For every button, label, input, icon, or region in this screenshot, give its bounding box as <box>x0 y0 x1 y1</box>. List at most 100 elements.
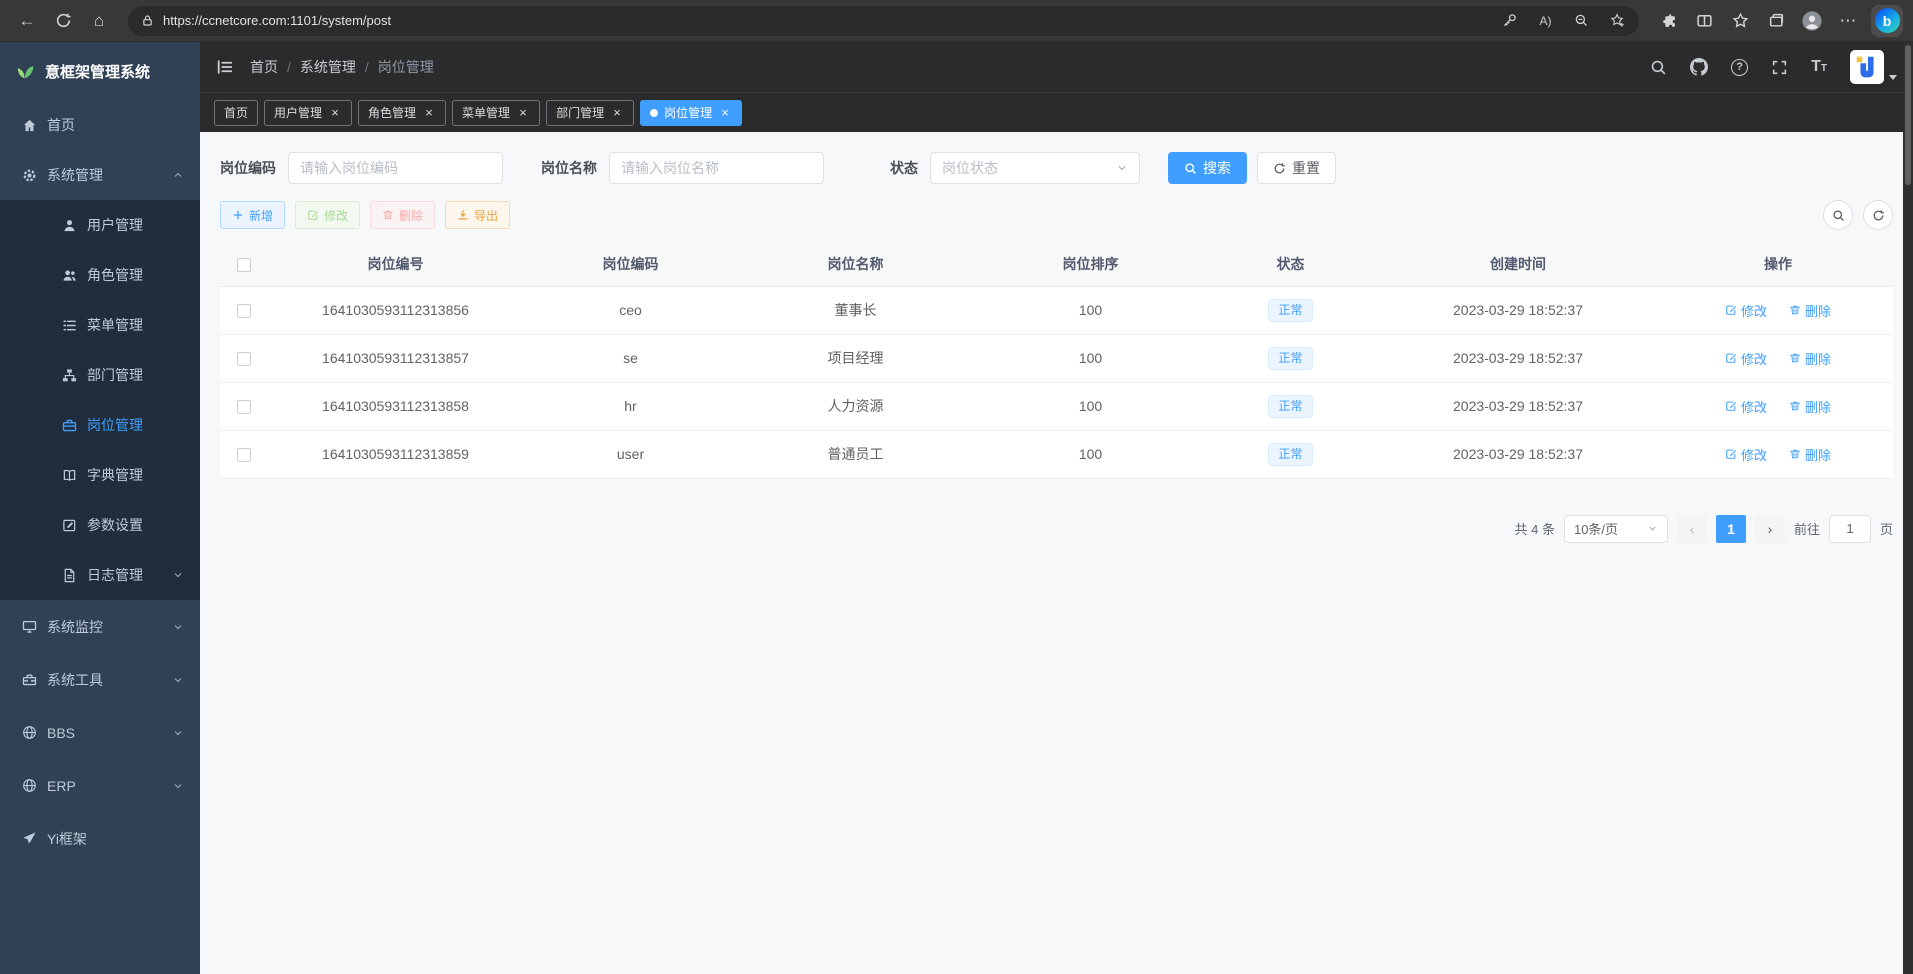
page-number-button[interactable]: 1 <box>1716 515 1746 543</box>
goto-page-input[interactable] <box>1829 515 1871 543</box>
row-delete-link[interactable]: 删除 <box>1789 301 1831 320</box>
column-header: 创建时间 <box>1373 242 1663 286</box>
user-menu[interactable] <box>1850 50 1897 84</box>
page-content: 岗位编码 岗位名称 状态 岗位状态 搜索 重置 <box>200 132 1913 974</box>
search-icon[interactable] <box>1650 59 1667 76</box>
row-edit-link[interactable]: 修改 <box>1725 349 1767 368</box>
help-icon[interactable]: ? <box>1731 59 1748 76</box>
post-name-input[interactable] <box>609 152 824 184</box>
sidebar-item-yi-framework[interactable]: Yi框架 <box>0 812 200 865</box>
url-text[interactable]: https://ccnetcore.com:1101/system/post <box>163 13 1487 28</box>
avatar[interactable] <box>1850 50 1884 84</box>
row-delete-link[interactable]: 删除 <box>1789 349 1831 368</box>
back-icon[interactable]: ← <box>10 4 44 38</box>
zoom-out-icon[interactable] <box>1568 7 1595 34</box>
created-time: 2023-03-29 18:52:37 <box>1373 430 1663 478</box>
page-size-value: 10条/页 <box>1574 519 1618 538</box>
breadcrumb-separator: / <box>365 59 369 75</box>
column-header: 岗位名称 <box>738 242 973 286</box>
tag-menu-mgmt[interactable]: 菜单管理 × <box>452 100 540 126</box>
font-size-icon[interactable]: TT <box>1811 59 1827 75</box>
sidebar-item-dept-mgmt[interactable]: 部门管理 <box>0 350 200 400</box>
table-row[interactable]: 1641030593112313857 se 项目经理 100 正常 2023-… <box>220 334 1893 382</box>
tag-dept-mgmt[interactable]: 部门管理 × <box>546 100 634 126</box>
home-icon[interactable]: ⌂ <box>82 4 116 38</box>
table-row[interactable]: 1641030593112313859 user 普通员工 100 正常 202… <box>220 430 1893 478</box>
row-checkbox[interactable] <box>237 448 251 462</box>
gear-icon <box>22 168 37 183</box>
read-aloud-icon[interactable]: A) <box>1532 7 1559 34</box>
sidebar-item-label: ERP <box>47 778 162 794</box>
row-checkbox[interactable] <box>237 352 251 366</box>
add-button[interactable]: 新增 <box>220 201 285 229</box>
prev-page-button[interactable]: ‹ <box>1677 515 1707 543</box>
bing-sidebar-button[interactable]: b <box>1871 5 1903 37</box>
status-select[interactable]: 岗位状态 <box>930 152 1140 184</box>
app-logo: 意框架管理系统 <box>0 42 200 100</box>
sidebar-toggle-icon[interactable] <box>216 58 234 76</box>
next-page-button[interactable]: › <box>1755 515 1785 543</box>
breadcrumb-item[interactable]: 系统管理 <box>300 57 356 77</box>
split-screen-icon[interactable] <box>1687 4 1721 38</box>
search-button[interactable]: 搜索 <box>1168 152 1247 184</box>
row-edit-link[interactable]: 修改 <box>1725 397 1767 416</box>
close-icon[interactable]: × <box>718 106 732 120</box>
export-button[interactable]: 导出 <box>445 201 510 229</box>
sidebar-item-system-monitor[interactable]: 系统监控 <box>0 600 200 653</box>
github-icon[interactable] <box>1690 58 1708 76</box>
post-code-input[interactable] <box>288 152 503 184</box>
refresh-button[interactable] <box>1863 200 1893 230</box>
more-icon[interactable]: ⋯ <box>1831 4 1865 38</box>
table-row[interactable]: 1641030593112313856 ceo 董事长 100 正常 2023-… <box>220 286 1893 334</box>
tag-role-mgmt[interactable]: 角色管理 × <box>358 100 446 126</box>
sidebar-item-param-settings[interactable]: 参数设置 <box>0 500 200 550</box>
sidebar-item-role-mgmt[interactable]: 角色管理 <box>0 250 200 300</box>
tag-post-mgmt[interactable]: 岗位管理 × <box>640 100 742 126</box>
sidebar-item-menu-mgmt[interactable]: 菜单管理 <box>0 300 200 350</box>
sidebar-item-log-mgmt[interactable]: 日志管理 <box>0 550 200 600</box>
sidebar-item-post-mgmt[interactable]: 岗位管理 <box>0 400 200 450</box>
favorites-icon[interactable] <box>1723 4 1757 38</box>
close-icon[interactable]: × <box>516 106 530 120</box>
address-bar[interactable]: https://ccnetcore.com:1101/system/post A… <box>128 6 1639 36</box>
reset-button[interactable]: 重置 <box>1257 152 1336 184</box>
sidebar-item-home[interactable]: 首页 <box>0 100 200 150</box>
table-row[interactable]: 1641030593112313858 hr 人力资源 100 正常 2023-… <box>220 382 1893 430</box>
row-edit-link[interactable]: 修改 <box>1725 445 1767 464</box>
password-key-icon[interactable] <box>1496 7 1523 34</box>
close-icon[interactable]: × <box>422 106 436 120</box>
sidebar-item-dict-mgmt[interactable]: 字典管理 <box>0 450 200 500</box>
close-icon[interactable]: × <box>610 106 624 120</box>
row-checkbox[interactable] <box>237 400 251 414</box>
close-icon[interactable]: × <box>328 106 342 120</box>
edit-button[interactable]: 修改 <box>295 201 360 229</box>
page-scrollbar[interactable] <box>1903 42 1913 974</box>
sidebar-item-system-tools[interactable]: 系统工具 <box>0 653 200 706</box>
chevron-down-icon <box>172 727 184 739</box>
collections-icon[interactable] <box>1759 4 1793 38</box>
row-delete-link[interactable]: 删除 <box>1789 397 1831 416</box>
add-favorite-icon[interactable] <box>1604 7 1631 34</box>
page-size-select[interactable]: 10条/页 <box>1564 515 1668 543</box>
tag-label: 岗位管理 <box>664 104 712 121</box>
sidebar-item-user-mgmt[interactable]: 用户管理 <box>0 200 200 250</box>
profile-icon[interactable] <box>1795 4 1829 38</box>
select-all-checkbox[interactable] <box>237 258 251 272</box>
delete-button[interactable]: 删除 <box>370 201 435 229</box>
monitor-icon <box>22 619 37 634</box>
fullscreen-icon[interactable] <box>1771 59 1788 76</box>
tag-home[interactable]: 首页 <box>214 100 258 126</box>
sidebar-item-system-mgmt[interactable]: 系统管理 <box>0 150 200 200</box>
row-delete-link[interactable]: 删除 <box>1789 445 1831 464</box>
toggle-search-button[interactable] <box>1823 200 1853 230</box>
row-checkbox[interactable] <box>237 304 251 318</box>
sidebar-item-erp[interactable]: ERP <box>0 759 200 812</box>
breadcrumb-item[interactable]: 首页 <box>250 57 278 77</box>
scrollbar-thumb[interactable] <box>1905 45 1911 185</box>
reload-icon[interactable] <box>46 4 80 38</box>
tag-user-mgmt[interactable]: 用户管理 × <box>264 100 352 126</box>
extensions-icon[interactable] <box>1651 4 1685 38</box>
row-edit-link[interactable]: 修改 <box>1725 301 1767 320</box>
goto-label: 前往 <box>1794 519 1820 538</box>
sidebar-item-bbs[interactable]: BBS <box>0 706 200 759</box>
